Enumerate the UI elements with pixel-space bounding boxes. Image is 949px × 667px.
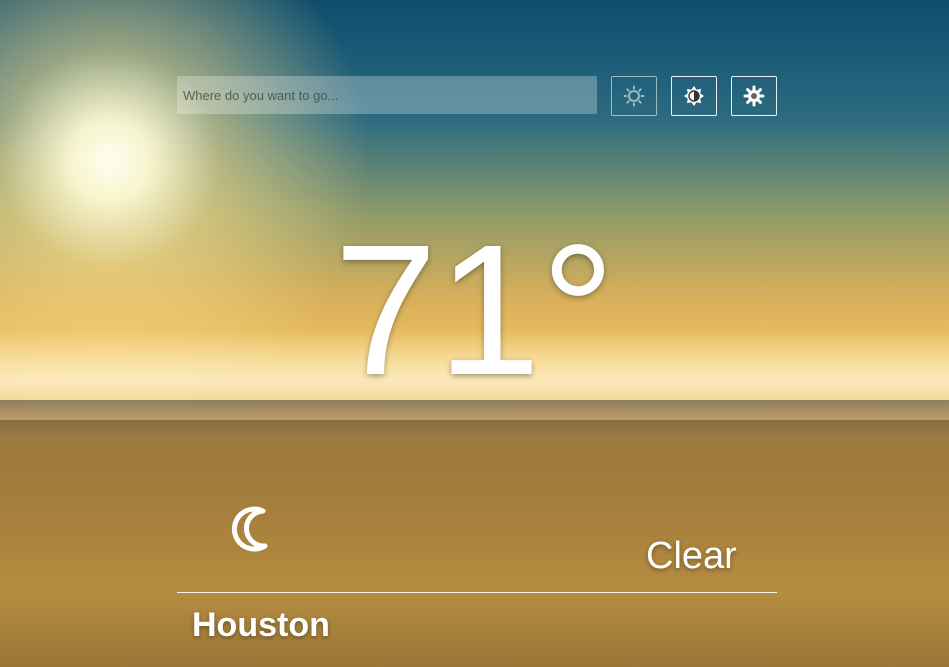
divider bbox=[177, 592, 777, 593]
village-landscape bbox=[0, 420, 949, 667]
temperature-display: 71° bbox=[333, 207, 616, 414]
gear-icon bbox=[743, 85, 765, 107]
contrast-button[interactable] bbox=[671, 76, 717, 116]
settings-button[interactable] bbox=[731, 76, 777, 116]
contrast-icon bbox=[684, 86, 704, 106]
sun-button[interactable] bbox=[611, 76, 657, 116]
sun-icon bbox=[623, 85, 645, 107]
search-input[interactable] bbox=[177, 76, 597, 114]
condition-text: Clear bbox=[646, 535, 737, 577]
city-name: Houston bbox=[192, 606, 330, 644]
moon-icon bbox=[231, 506, 268, 552]
